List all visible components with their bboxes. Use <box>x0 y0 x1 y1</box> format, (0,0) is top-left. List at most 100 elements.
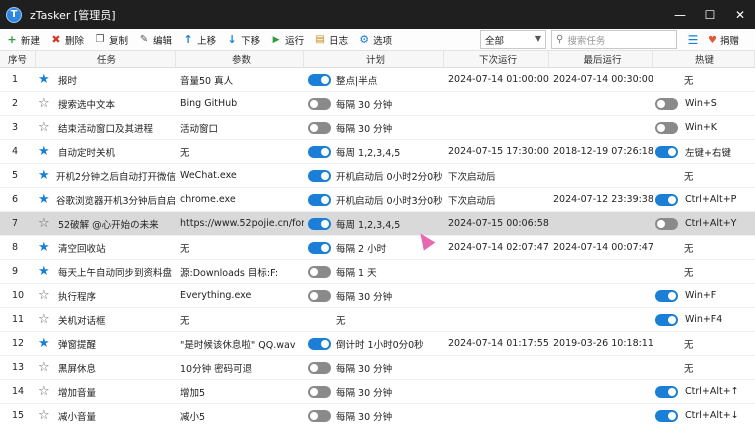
star-outline-icon[interactable]: ☆ <box>38 289 52 302</box>
row-index: 10 <box>0 284 36 308</box>
hotkey-toggle[interactable] <box>655 313 678 326</box>
table-row[interactable]: 9 ★ 每天上午自动同步到资料盘 源:Downloads 目标:F: 每隔 1 天 无 <box>0 260 755 284</box>
task-name-cell[interactable]: ☆ 搜索选中文本 <box>36 92 176 116</box>
donate-button[interactable]: ♥ 捐赠 <box>708 30 739 50</box>
task-name-cell[interactable]: ☆ 减小音量 <box>36 404 176 425</box>
log-button[interactable]: ▤ 日志 <box>310 30 352 50</box>
column-header-plan[interactable]: 计划 <box>304 51 444 67</box>
hotkey-toggle[interactable] <box>655 97 678 110</box>
list-view-icon[interactable]: ☰ <box>686 33 700 47</box>
search-icon: ⚲ <box>556 34 564 45</box>
table-row[interactable]: 14 ☆ 增加音量 增加5 每隔 30 分钟 Ctrl+Alt+↑ <box>0 380 755 404</box>
table-row[interactable]: 2 ☆ 搜索选中文本 Bing GitHub 每隔 30 分钟 Win+S <box>0 92 755 116</box>
table-row[interactable]: 11 ☆ 关机对话框 无 无 Win+F4 <box>0 308 755 332</box>
plan-toggle[interactable] <box>308 289 331 302</box>
table-row[interactable]: 12 ★ 弹窗提醒 "是时候该休息啦" QQ.wav 倒计时 1小时0分0秒 2024-0… <box>0 332 755 356</box>
star-filled-icon[interactable]: ★ <box>38 193 50 206</box>
plan-toggle[interactable] <box>308 169 331 182</box>
task-name-cell[interactable]: ★ 报时 <box>36 68 176 92</box>
copy-button[interactable]: ❐ 复制 <box>90 30 132 50</box>
hotkey-toggle[interactable] <box>655 121 678 134</box>
table-row[interactable]: 8 ★ 清空回收站 无 每隔 2 小时 2024-07-14 02:07:47 2024-0… <box>0 236 755 260</box>
plan-toggle[interactable] <box>308 409 331 422</box>
move-up-button[interactable]: ↑ 上移 <box>178 30 220 50</box>
table-row[interactable]: 7 ☆ 52破解 @心开始の未来 https://www.52pojie.cn/for… <box>0 212 755 236</box>
delete-button[interactable]: ✖ 删除 <box>46 30 88 50</box>
new-button[interactable]: + 新建 <box>2 30 44 50</box>
star-outline-icon[interactable]: ☆ <box>38 97 52 110</box>
options-button[interactable]: ⚙ 选项 <box>354 30 396 50</box>
column-header-last[interactable]: 最后运行 <box>549 51 653 67</box>
plan-toggle[interactable] <box>308 145 331 158</box>
edit-button[interactable]: ✎ 编辑 <box>134 30 176 50</box>
star-outline-icon[interactable]: ☆ <box>38 313 52 326</box>
maximize-button[interactable]: ☐ <box>695 0 725 29</box>
task-name-cell[interactable]: ☆ 关机对话框 <box>36 308 176 332</box>
hotkey-toggle[interactable] <box>655 409 678 422</box>
star-outline-icon[interactable]: ☆ <box>38 361 52 374</box>
task-last-run-text: 2019-03-26 10:18:11 <box>553 338 653 349</box>
column-header-idx[interactable]: 序号 <box>0 51 36 67</box>
task-name-cell[interactable]: ★ 弹窗提醒 <box>36 332 176 356</box>
star-filled-icon[interactable]: ★ <box>38 265 52 278</box>
star-outline-icon[interactable]: ☆ <box>38 409 52 422</box>
minimize-button[interactable]: — <box>665 0 695 29</box>
task-name-cell[interactable]: ★ 自动定时关机 <box>36 140 176 164</box>
task-name: 谷歌浏览器开机3分钟后自启 <box>55 195 176 207</box>
task-name-cell[interactable]: ★ 谷歌浏览器开机3分钟后自启 <box>36 188 176 212</box>
table-row[interactable]: 6 ★ 谷歌浏览器开机3分钟后自启 chrome.exe 开机启动后 0小时3分0秒 下次… <box>0 188 755 212</box>
hotkey-toggle[interactable] <box>655 289 678 302</box>
plan-toggle[interactable] <box>308 385 331 398</box>
column-header-hotkey[interactable]: 热键 <box>653 51 755 67</box>
plan-toggle[interactable] <box>308 361 331 374</box>
search-input[interactable]: ⚲ 搜索任务 <box>551 30 677 49</box>
task-hotkey: Ctrl+Alt+↑ <box>653 380 755 404</box>
plan-toggle[interactable] <box>308 73 331 86</box>
star-filled-icon[interactable]: ★ <box>38 241 52 254</box>
row-index-text: 13 <box>12 362 25 373</box>
hotkey-toggle[interactable] <box>655 145 678 158</box>
table-row[interactable]: 3 ☆ 结束活动窗口及其进程 活动窗口 每隔 30 分钟 Win+K <box>0 116 755 140</box>
task-name-cell[interactable]: ☆ 增加音量 <box>36 380 176 404</box>
star-filled-icon[interactable]: ★ <box>38 145 52 158</box>
table-row[interactable]: 15 ☆ 减小音量 减小5 每隔 30 分钟 Ctrl+Alt+↓ <box>0 404 755 425</box>
plan-toggle[interactable] <box>308 265 331 278</box>
plan-toggle[interactable] <box>308 241 331 254</box>
star-outline-icon[interactable]: ☆ <box>38 385 52 398</box>
task-name-cell[interactable]: ☆ 执行程序 <box>36 284 176 308</box>
move-down-button[interactable]: ↓ 下移 <box>222 30 264 50</box>
column-header-task[interactable]: 任务 <box>36 51 176 67</box>
task-param-text: 活动窗口 <box>180 123 219 135</box>
task-name-cell[interactable]: ★ 清空回收站 <box>36 236 176 260</box>
table-row[interactable]: 10 ☆ 执行程序 Everything.exe 每隔 30 分钟 Win+F <box>0 284 755 308</box>
filter-select[interactable]: 全部 ▼ <box>480 30 546 49</box>
table-row[interactable]: 4 ★ 自动定时关机 无 每周 1,2,3,4,5 2024-07-15 17:30:00… <box>0 140 755 164</box>
task-name-cell[interactable]: ☆ 52破解 @心开始の未来 <box>36 212 176 236</box>
plan-toggle[interactable] <box>308 97 331 110</box>
task-hotkey-text: 无 <box>684 243 694 255</box>
plan-toggle[interactable] <box>308 121 331 134</box>
star-filled-icon[interactable]: ★ <box>38 169 50 182</box>
star-filled-icon[interactable]: ★ <box>38 73 52 86</box>
hotkey-toggle[interactable] <box>655 385 678 398</box>
task-name-cell[interactable]: ★ 每天上午自动同步到资料盘 <box>36 260 176 284</box>
table-row[interactable]: 1 ★ 报时 音量50 真人 整点|半点 2024-07-14 01:00:00 2024-… <box>0 68 755 92</box>
task-name-cell[interactable]: ★ 开机2分钟之后自动打开微信 <box>36 164 176 188</box>
plan-toggle[interactable] <box>308 217 331 230</box>
table-row[interactable]: 5 ★ 开机2分钟之后自动打开微信 WeChat.exe 开机启动后 0小时2分0秒 下次… <box>0 164 755 188</box>
table-row[interactable]: 13 ☆ 黑屏休息 10分钟 密码可退 每隔 30 分钟 无 <box>0 356 755 380</box>
star-outline-icon[interactable]: ☆ <box>38 217 52 230</box>
plan-toggle[interactable] <box>308 193 331 206</box>
task-name-cell[interactable]: ☆ 结束活动窗口及其进程 <box>36 116 176 140</box>
plan-toggle[interactable] <box>308 337 331 350</box>
hotkey-toggle[interactable] <box>655 193 678 206</box>
star-filled-icon[interactable]: ★ <box>38 337 52 350</box>
run-button[interactable]: ▶ 运行 <box>266 30 308 50</box>
close-button[interactable]: ✕ <box>725 0 755 29</box>
star-outline-icon[interactable]: ☆ <box>38 121 52 134</box>
column-header-param[interactable]: 参数 <box>176 51 304 67</box>
column-header-next[interactable]: 下次运行 <box>444 51 549 67</box>
task-name-cell[interactable]: ☆ 黑屏休息 <box>36 356 176 380</box>
task-hotkey-text: Ctrl+Alt+Y <box>685 218 737 229</box>
hotkey-toggle[interactable] <box>655 217 678 230</box>
